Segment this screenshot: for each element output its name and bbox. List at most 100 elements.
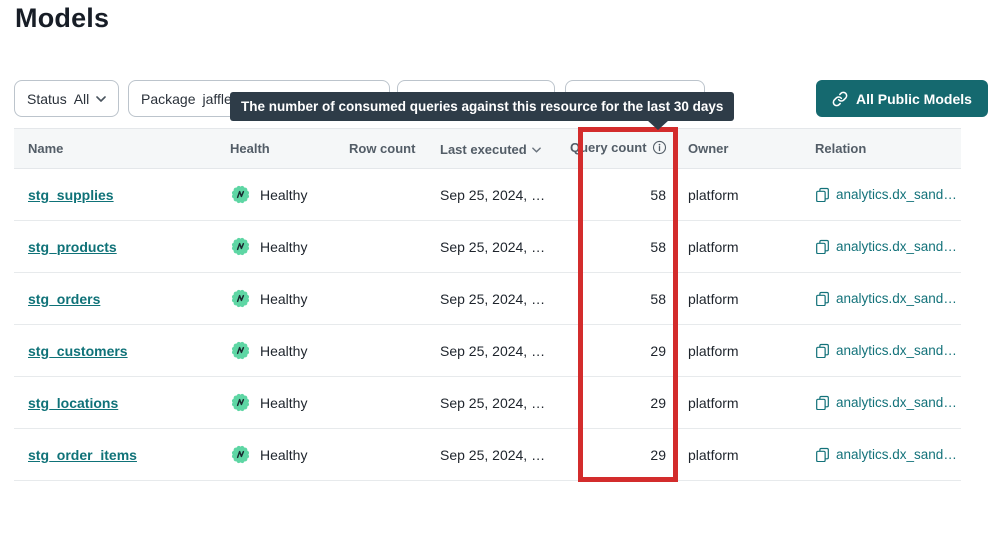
column-header-relation: Relation	[801, 129, 961, 169]
relation-text: analytics.dx_sand…	[836, 187, 957, 202]
cell-relation: analytics.dx_sand…	[801, 221, 961, 273]
cell-health: Healthy	[216, 429, 349, 481]
column-header-row-count: Row count	[349, 129, 427, 169]
all-public-models-button[interactable]: All Public Models	[816, 80, 988, 117]
status-filter-value: All	[74, 91, 90, 107]
relation-text: analytics.dx_sand…	[836, 291, 957, 306]
info-icon[interactable]	[652, 140, 667, 158]
cell-row-count	[349, 429, 427, 481]
column-header-last-executed[interactable]: Last executed	[427, 129, 570, 169]
cell-owner: platform	[678, 273, 801, 325]
status-filter-label: Status	[27, 91, 67, 107]
health-healthy-icon	[230, 444, 251, 465]
cell-health: Healthy	[216, 169, 349, 221]
health-label: Healthy	[260, 395, 307, 411]
cell-row-count	[349, 273, 427, 325]
relation-link[interactable]: analytics.dx_sand…	[815, 239, 961, 254]
all-public-models-label: All Public Models	[856, 91, 972, 107]
cell-row-count	[349, 169, 427, 221]
cell-row-count	[349, 377, 427, 429]
cell-owner: platform	[678, 169, 801, 221]
cell-last-executed: Sep 25, 2024, …	[427, 429, 570, 481]
health-label: Healthy	[260, 343, 307, 359]
relation-link[interactable]: analytics.dx_sand…	[815, 187, 961, 202]
health-label: Healthy	[260, 291, 307, 307]
table-header-row: Name Health Row count Last executed Quer…	[14, 129, 961, 169]
relation-text: analytics.dx_sand…	[836, 447, 957, 462]
tooltip-arrow	[647, 120, 669, 130]
copy-icon	[815, 239, 830, 254]
model-name-link[interactable]: stg_order_items	[28, 447, 137, 463]
table-row: stg_customers Healthy Sep 25, 2024, … 29…	[14, 325, 961, 377]
copy-icon	[815, 291, 830, 306]
cell-last-executed: Sep 25, 2024, …	[427, 377, 570, 429]
cell-relation: analytics.dx_sand…	[801, 429, 961, 481]
cell-row-count	[349, 221, 427, 273]
page-title: Models	[15, 3, 109, 34]
cell-owner: platform	[678, 221, 801, 273]
cell-relation: analytics.dx_sand…	[801, 325, 961, 377]
cell-model-name: stg_customers	[14, 325, 216, 377]
copy-icon	[815, 395, 830, 410]
health-label: Healthy	[260, 187, 307, 203]
health-healthy-icon	[230, 236, 251, 257]
models-table: Name Health Row count Last executed Quer…	[14, 128, 961, 481]
health-label: Healthy	[260, 447, 307, 463]
copy-icon	[815, 187, 830, 202]
relation-text: analytics.dx_sand…	[836, 395, 957, 410]
cell-owner: platform	[678, 325, 801, 377]
model-name-link[interactable]: stg_locations	[28, 395, 118, 411]
cell-query-count: 29	[570, 325, 678, 377]
cell-relation: analytics.dx_sand…	[801, 377, 961, 429]
cell-health: Healthy	[216, 221, 349, 273]
health-healthy-icon	[230, 184, 251, 205]
table-row: stg_order_items Healthy Sep 25, 2024, … …	[14, 429, 961, 481]
table-row: stg_products Healthy Sep 25, 2024, … 58 …	[14, 221, 961, 273]
health-healthy-icon	[230, 392, 251, 413]
relation-text: analytics.dx_sand…	[836, 239, 957, 254]
cell-query-count: 29	[570, 429, 678, 481]
relation-link[interactable]: analytics.dx_sand…	[815, 447, 961, 462]
cell-health: Healthy	[216, 325, 349, 377]
cell-health: Healthy	[216, 273, 349, 325]
cell-last-executed: Sep 25, 2024, …	[427, 221, 570, 273]
link-icon	[832, 91, 848, 107]
cell-last-executed: Sep 25, 2024, …	[427, 273, 570, 325]
cell-owner: platform	[678, 429, 801, 481]
model-name-link[interactable]: stg_products	[28, 239, 117, 255]
cell-relation: analytics.dx_sand…	[801, 169, 961, 221]
sort-chevron-down-icon[interactable]	[532, 141, 541, 156]
chevron-down-icon	[96, 96, 106, 102]
cell-model-name: stg_supplies	[14, 169, 216, 221]
cell-model-name: stg_products	[14, 221, 216, 273]
status-filter-dropdown[interactable]: Status All	[14, 80, 119, 117]
copy-icon	[815, 447, 830, 462]
cell-health: Healthy	[216, 377, 349, 429]
relation-link[interactable]: analytics.dx_sand…	[815, 395, 961, 410]
health-healthy-icon	[230, 288, 251, 309]
model-name-link[interactable]: stg_orders	[28, 291, 100, 307]
column-header-name: Name	[14, 129, 216, 169]
cell-query-count: 58	[570, 273, 678, 325]
relation-link[interactable]: analytics.dx_sand…	[815, 291, 961, 306]
model-name-link[interactable]: stg_customers	[28, 343, 128, 359]
cell-last-executed: Sep 25, 2024, …	[427, 325, 570, 377]
cell-model-name: stg_orders	[14, 273, 216, 325]
health-healthy-icon	[230, 340, 251, 361]
copy-icon	[815, 343, 830, 358]
column-header-health: Health	[216, 129, 349, 169]
cell-row-count	[349, 325, 427, 377]
cell-model-name: stg_order_items	[14, 429, 216, 481]
query-count-tooltip: The number of consumed queries against t…	[230, 92, 734, 121]
cell-query-count: 58	[570, 221, 678, 273]
health-label: Healthy	[260, 239, 307, 255]
column-header-query-count: Query count	[570, 129, 678, 169]
cell-query-count: 29	[570, 377, 678, 429]
model-name-link[interactable]: stg_supplies	[28, 187, 114, 203]
cell-last-executed: Sep 25, 2024, …	[427, 169, 570, 221]
relation-text: analytics.dx_sand…	[836, 343, 957, 358]
table-row: stg_supplies Healthy Sep 25, 2024, … 58 …	[14, 169, 961, 221]
column-header-owner: Owner	[678, 129, 801, 169]
relation-link[interactable]: analytics.dx_sand…	[815, 343, 961, 358]
cell-owner: platform	[678, 377, 801, 429]
